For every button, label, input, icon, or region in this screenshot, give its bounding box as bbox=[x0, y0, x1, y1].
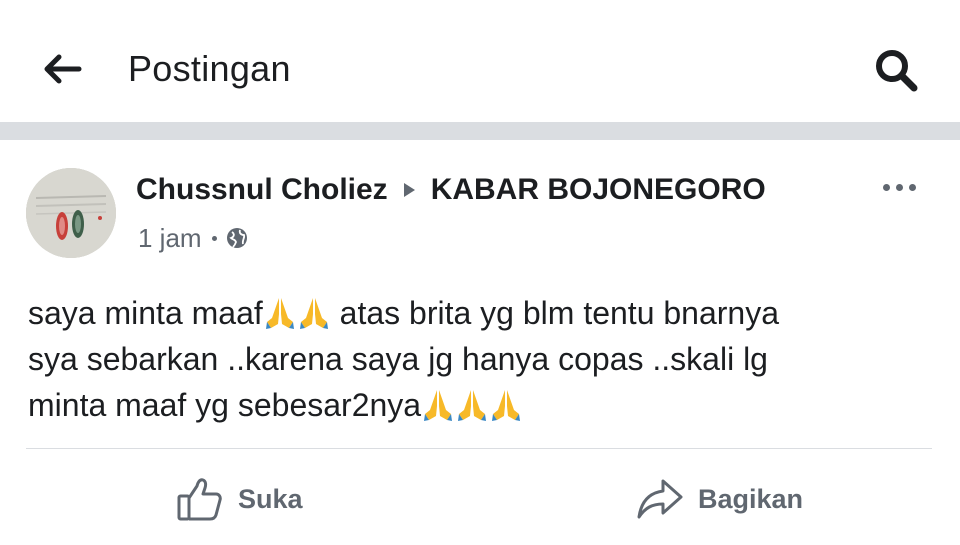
post-meta: 1 jam bbox=[138, 222, 249, 254]
author-name[interactable]: Chussnul Choliez bbox=[136, 173, 388, 207]
folded-hands-emoji bbox=[492, 390, 521, 421]
avatar-image bbox=[26, 168, 116, 258]
post-line: saya minta maaf atas brita yg blm tentu … bbox=[28, 290, 928, 336]
folded-hands-emoji bbox=[265, 298, 294, 329]
caret-right-icon bbox=[403, 183, 415, 197]
group-name[interactable]: KABAR BOJONEGORO bbox=[431, 173, 766, 207]
post-body: saya minta maaf atas brita yg blm tentu … bbox=[28, 290, 928, 428]
post-text-segment: saya minta maaf bbox=[28, 295, 263, 331]
like-button[interactable]: Suka bbox=[176, 474, 303, 524]
more-horizontal-icon bbox=[908, 183, 916, 191]
dot-separator bbox=[211, 235, 217, 241]
back-button[interactable] bbox=[40, 46, 86, 92]
post-text-segment: atas brita yg blm tentu bnarnya bbox=[330, 295, 780, 331]
timestamp[interactable]: 1 jam bbox=[138, 223, 202, 254]
post-line: minta maaf yg sebesar2nya bbox=[28, 382, 928, 428]
more-horizontal-icon bbox=[882, 183, 890, 191]
more-options-button[interactable] bbox=[874, 172, 924, 202]
page-title: Postingan bbox=[128, 48, 291, 89]
avatar[interactable] bbox=[26, 168, 116, 258]
share-arrow-icon bbox=[637, 479, 683, 519]
actions-divider bbox=[26, 448, 932, 449]
search-button[interactable] bbox=[868, 42, 924, 98]
more-horizontal-icon bbox=[895, 183, 903, 191]
folded-hands-emoji bbox=[424, 390, 453, 421]
share-label: Bagikan bbox=[698, 483, 804, 514]
post-line: sya sebarkan ..karena saya jg hanya copa… bbox=[28, 341, 768, 377]
post-header: Chussnul Choliez KABAR BOJONEGORO bbox=[136, 170, 766, 210]
like-label: Suka bbox=[238, 483, 303, 514]
folded-hands-emoji bbox=[458, 390, 487, 421]
section-divider bbox=[0, 122, 960, 140]
folded-hands-emoji bbox=[299, 298, 328, 329]
thumbs-up-icon bbox=[177, 478, 222, 521]
arrow-left-icon bbox=[44, 54, 82, 84]
post-text-segment: minta maaf yg sebesar2nya bbox=[28, 387, 422, 423]
share-button[interactable]: Bagikan bbox=[636, 474, 803, 524]
search-icon bbox=[876, 50, 918, 92]
globe-icon bbox=[226, 228, 247, 248]
top-app-bar: Postingan bbox=[0, 0, 960, 122]
